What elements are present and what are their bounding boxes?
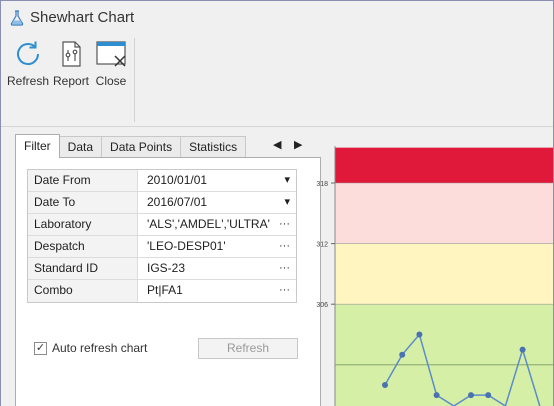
report-ribbon-button[interactable]: Report: [53, 38, 89, 88]
auto-refresh-label: Auto refresh chart: [52, 341, 148, 355]
filter-grid: Date From 2010/01/01 ▾ Date To 2016/07/0…: [27, 169, 297, 303]
filter-row-date-to: Date To 2016/07/01 ▾: [28, 192, 296, 214]
refresh-ribbon-label: Refresh: [7, 74, 50, 88]
tab-data-points[interactable]: Data Points: [101, 136, 182, 158]
filter-row-label: Despatch: [28, 236, 138, 257]
standard-id-value: IGS-23: [147, 261, 186, 275]
despatch-field[interactable]: 'LEO-DESP01' ···: [138, 236, 296, 257]
ellipsis-icon[interactable]: ···: [279, 214, 290, 234]
dropdown-icon[interactable]: ▾: [284, 192, 290, 212]
title-bar: Shewhart Chart: [1, 1, 553, 34]
refresh-ribbon-button[interactable]: Refresh: [7, 38, 49, 88]
despatch-value: 'LEO-DESP01': [147, 239, 226, 253]
date-from-value: 2010/01/01: [147, 173, 208, 187]
y-tick-label: 306: [316, 302, 328, 309]
data-point: [485, 392, 492, 399]
chart-band-0: [335, 147, 553, 183]
filter-row-label: Date From: [28, 170, 138, 191]
laboratory-field[interactable]: 'ALS','AMDEL','ULTRA' ···: [138, 214, 296, 235]
tab-scroll-left-icon[interactable]: ◀: [273, 138, 281, 151]
checkmark-icon: ✓: [34, 341, 47, 355]
date-from-field[interactable]: 2010/01/01 ▾: [138, 170, 296, 191]
window-title: Shewhart Chart: [30, 9, 135, 26]
filter-row-date-from: Date From 2010/01/01 ▾: [28, 170, 296, 192]
refresh-button[interactable]: Refresh: [198, 338, 298, 359]
data-point: [433, 392, 440, 399]
tab-strip: Filter Data Data Points Statistics: [15, 134, 247, 158]
y-tick-label: 312: [316, 242, 328, 249]
data-point: [416, 331, 423, 338]
close-window-icon: [96, 41, 126, 67]
data-point: [382, 382, 388, 388]
refresh-icon: [17, 41, 40, 66]
combo-value: Pt|FA1: [147, 283, 183, 297]
filter-row-laboratory: Laboratory 'ALS','AMDEL','ULTRA' ···: [28, 214, 296, 236]
laboratory-value: 'ALS','AMDEL','ULTRA': [147, 217, 270, 231]
date-to-value: 2016/07/01: [147, 195, 208, 209]
chart-band-1: [335, 183, 553, 244]
ellipsis-icon[interactable]: ···: [279, 280, 290, 300]
tab-data[interactable]: Data: [58, 136, 103, 158]
filter-row-despatch: Despatch 'LEO-DESP01' ···: [28, 236, 296, 258]
flask-icon: [10, 9, 24, 26]
filter-panel: Filter Data Data Points Statistics ◀ ▶ D…: [15, 134, 321, 406]
ribbon-separator: [134, 38, 135, 122]
y-tick-label: 318: [316, 181, 328, 188]
date-to-field[interactable]: 2016/07/01 ▾: [138, 192, 296, 213]
filter-row-standard-id: Standard ID IGS-23 ···: [28, 258, 296, 280]
dropdown-icon[interactable]: ▾: [284, 170, 290, 190]
data-point: [468, 392, 474, 399]
filter-tab-body: Date From 2010/01/01 ▾ Date To 2016/07/0…: [15, 157, 321, 406]
tab-statistics[interactable]: Statistics: [180, 136, 247, 158]
filter-row-label: Date To: [28, 192, 138, 213]
data-point: [519, 346, 526, 353]
data-point: [399, 351, 406, 358]
report-icon: [62, 41, 81, 67]
ellipsis-icon[interactable]: ···: [279, 258, 290, 278]
report-ribbon-label: Report: [53, 74, 90, 88]
auto-refresh-checkbox[interactable]: ✓ Auto refresh chart: [34, 341, 147, 355]
combo-field[interactable]: Pt|FA1 ···: [138, 280, 296, 302]
close-ribbon-button[interactable]: Close: [95, 38, 127, 88]
filter-row-label: Laboratory: [28, 214, 138, 235]
tab-scroll-right-icon[interactable]: ▶: [294, 138, 302, 151]
shewhart-chart: 318 312 306: [316, 146, 553, 406]
tab-filter[interactable]: Filter: [15, 134, 60, 158]
standard-id-field[interactable]: IGS-23 ···: [138, 258, 296, 279]
ribbon-toolbar: Refresh Report Close: [1, 34, 553, 127]
content-area: Filter Data Data Points Statistics ◀ ▶ D…: [1, 128, 553, 406]
window: Shewhart Chart Refresh Report Close Filt…: [0, 0, 554, 406]
close-ribbon-label: Close: [95, 74, 127, 88]
filter-row-label: Standard ID: [28, 258, 138, 279]
ellipsis-icon[interactable]: ···: [279, 236, 290, 256]
chart-band-2: [335, 243, 553, 305]
filter-row-combo: Combo Pt|FA1 ···: [28, 280, 296, 302]
filter-row-label: Combo: [28, 280, 138, 302]
